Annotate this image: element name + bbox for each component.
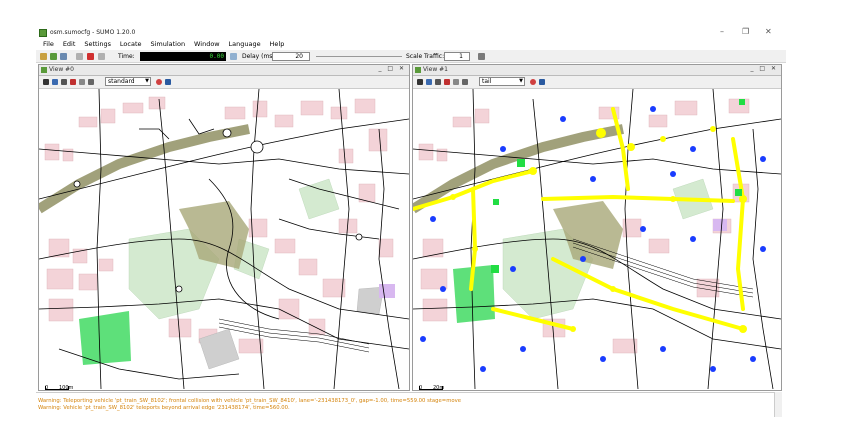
view-0-window-buttons[interactable]: _ □ ✕ [378, 65, 406, 72]
network-map-1[interactable] [413, 89, 781, 389]
view-panel-0: View #0 _ □ ✕ standard ▼ 0 100m [38, 64, 410, 391]
warning-message: Warning: Vehicle 'pt_train_SW_8102' tele… [38, 405, 290, 411]
edit-scheme-icon[interactable] [530, 79, 536, 85]
view-0-toolbar: standard ▼ [39, 76, 409, 89]
title-bar: osm.sumocfg - SUMO 1.20.0 – ❐ ✕ [36, 27, 786, 39]
view-0-scheme-select[interactable]: standard ▼ [105, 77, 151, 86]
view-panel-1: View #1 _ □ ✕ tail ▼ 0 20m [412, 64, 782, 391]
window-title: osm.sumocfg - SUMO 1.20.0 [50, 29, 136, 36]
chevron-down-icon: ▼ [519, 78, 523, 84]
menu-locate[interactable]: Locate [120, 39, 142, 49]
green-area [79, 311, 131, 365]
recenter-icon[interactable] [43, 79, 49, 85]
edit-scheme-icon[interactable] [156, 79, 162, 85]
menu-file[interactable]: File [43, 39, 54, 49]
view-icon [415, 67, 421, 73]
step-icon[interactable] [98, 53, 105, 60]
close-button[interactable]: ✕ [765, 27, 772, 36]
app-icon [39, 29, 47, 37]
view-1-titlebar: View #1 _ □ ✕ [413, 65, 781, 76]
time-label: Time: [118, 53, 135, 60]
color-icon[interactable] [444, 79, 450, 85]
view-icon [41, 67, 47, 73]
scale-traffic-input[interactable]: 1 [444, 52, 470, 61]
view-0-titlebar: View #0 _ □ ✕ [39, 65, 409, 76]
perspective-icon[interactable] [79, 79, 85, 85]
reload-icon[interactable] [50, 53, 57, 60]
chevron-down-icon: ▼ [145, 78, 149, 84]
delay-input[interactable]: 20 [272, 52, 310, 61]
recenter-icon[interactable] [417, 79, 423, 85]
breakpoint-icon[interactable] [539, 79, 545, 85]
network-map-0[interactable] [39, 89, 409, 389]
maximize-button[interactable]: ❐ [742, 27, 749, 36]
message-scrollbar[interactable] [774, 392, 782, 417]
delay-slider[interactable] [316, 56, 402, 57]
warning-message: Warning: Teleporting vehicle 'pt_train_S… [38, 398, 462, 404]
view-1-window-buttons[interactable]: _ □ ✕ [750, 65, 778, 72]
perspective-icon[interactable] [453, 79, 459, 85]
menu-bar: File Edit Settings Locate Simulation Win… [36, 39, 786, 49]
scale-left-label: 0 [45, 385, 49, 391]
open-icon[interactable] [40, 53, 47, 60]
purple-area [713, 219, 727, 231]
view-0-title: View #0 [49, 66, 74, 73]
menu-edit[interactable]: Edit [63, 39, 76, 49]
time-toggle-icon[interactable] [230, 53, 237, 60]
menu-language[interactable]: Language [229, 39, 261, 49]
breakpoint-icon[interactable] [165, 79, 171, 85]
grid-icon[interactable] [61, 79, 67, 85]
color-icon[interactable] [70, 79, 76, 85]
main-toolbar: Time: 0.00 Delay (ms): 20 Scale Traffic:… [36, 50, 786, 63]
scale-right-label: 100m [59, 385, 74, 391]
menu-settings[interactable]: Settings [84, 39, 111, 49]
menu-simulation[interactable]: Simulation [150, 39, 185, 49]
scale-right-label: 20m [433, 385, 445, 391]
locate-icon[interactable] [426, 79, 432, 85]
menu-help[interactable]: Help [270, 39, 285, 49]
view-1-scheme-value: tail [482, 78, 492, 85]
save-icon[interactable] [60, 53, 67, 60]
screenshot-icon[interactable] [462, 79, 468, 85]
scale-left-label: 0 [419, 385, 423, 391]
purple-area [379, 284, 395, 298]
minimize-button[interactable]: – [720, 27, 724, 36]
stop-icon[interactable] [87, 53, 94, 60]
run-icon[interactable] [76, 53, 83, 60]
view-0-scheme-value: standard [108, 78, 135, 85]
scale-traffic-label: Scale Traffic: [406, 53, 445, 60]
message-window: Warning: Teleporting vehicle 'pt_train_S… [36, 392, 781, 417]
time-display: 0.00 [140, 52, 226, 61]
grid-icon[interactable] [435, 79, 441, 85]
locate-icon[interactable] [52, 79, 58, 85]
view-1-scheme-select[interactable]: tail ▼ [479, 77, 525, 86]
menu-window[interactable]: Window [194, 39, 220, 49]
new-view-icon[interactable] [478, 53, 485, 60]
view-1-toolbar: tail ▼ [413, 76, 781, 89]
screenshot-icon[interactable] [88, 79, 94, 85]
view-1-title: View #1 [423, 66, 448, 73]
